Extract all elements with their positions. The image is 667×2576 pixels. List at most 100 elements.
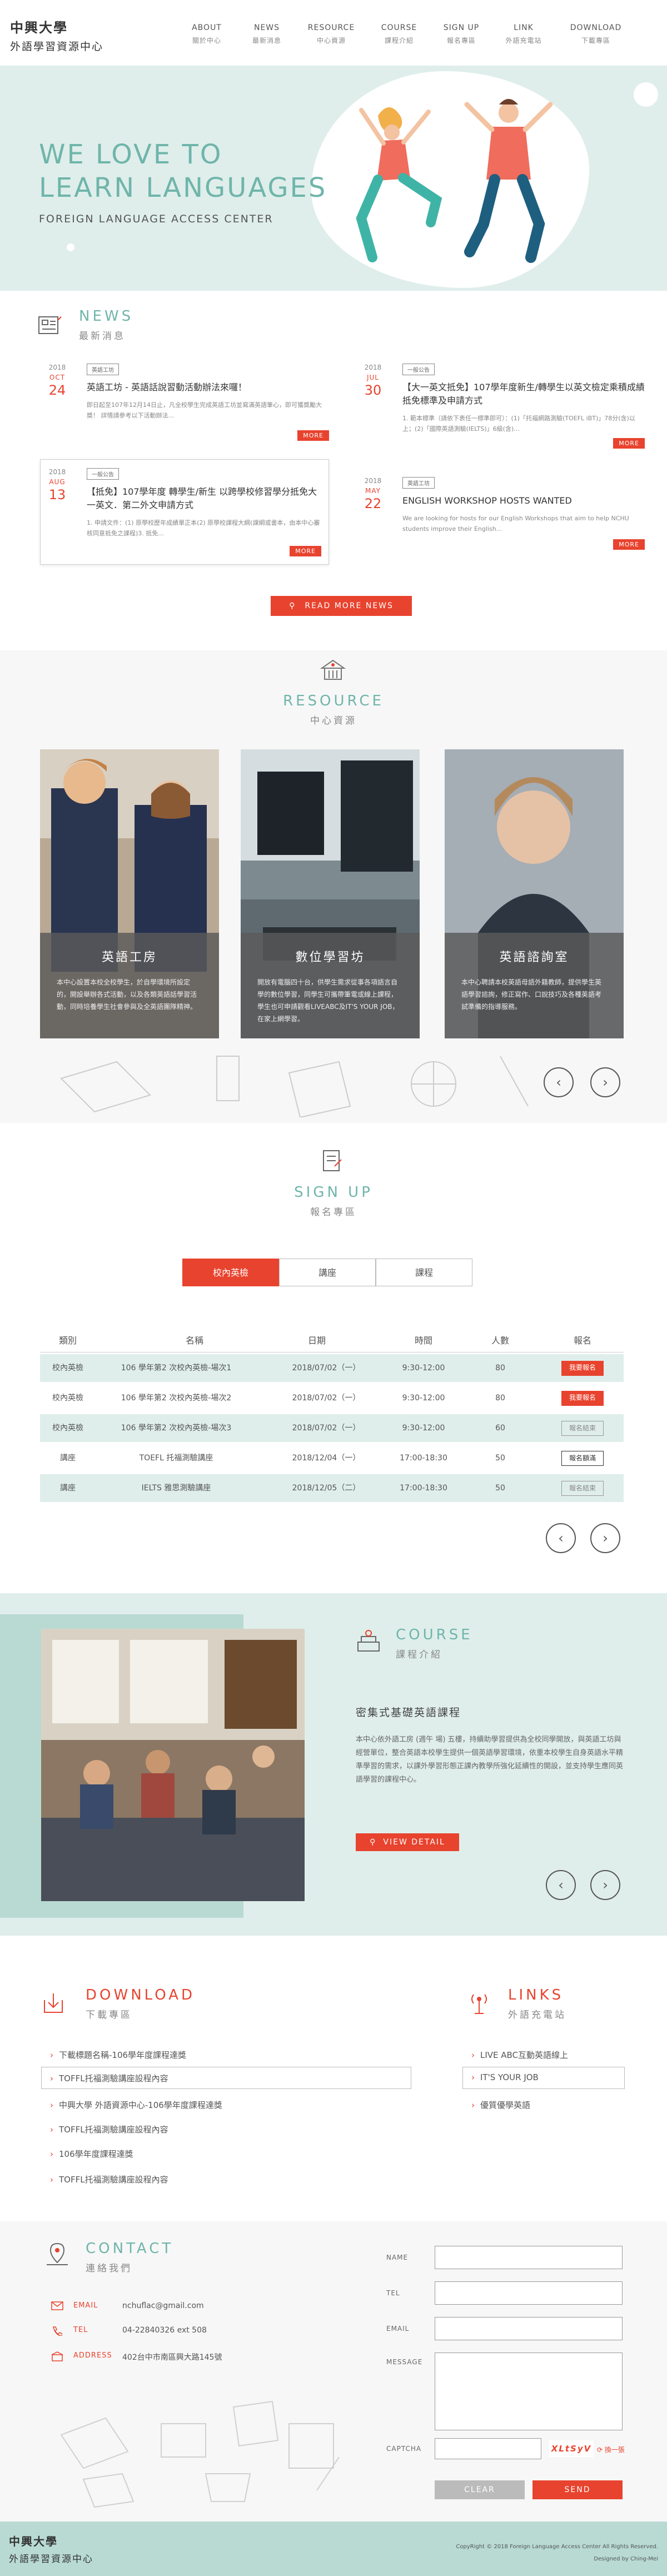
- news-item[interactable]: 2018 MAY 22 英語工坊 ENGLISH WORKSHOP HOSTS …: [356, 477, 645, 560]
- resource-card-english-consult[interactable]: 英語諮詢室 本中心聘請本校英語母語外籍教師，提供學生英語學習諮詢，修正寫作、口說…: [445, 749, 624, 1038]
- email-label: EMAIL: [73, 2301, 98, 2310]
- signup-button[interactable]: 我要報名: [561, 1361, 604, 1376]
- news-item[interactable]: 2018 JUL 30 一般公告 【大一英文抵免】107學年度新生/轉學生以英文…: [356, 364, 645, 452]
- tel-value[interactable]: 04-22840326 ext 508: [122, 2326, 207, 2335]
- resource-card-caption: 英語工房 本中心設置本校全校學生，於自學環境所設定的，開設舉辦各式活動，以及各類…: [40, 933, 219, 1038]
- captcha-refresh[interactable]: ⟳ 換一張: [597, 2445, 625, 2454]
- news-desc: We are looking for hosts for our English…: [402, 515, 629, 533]
- news-date: 2018 AUG 13: [48, 468, 66, 503]
- news-date: 2018 JUL 30: [364, 364, 382, 398]
- news-desc: 1. 申請文件：(1) 原學校歷年成績單正本(2) 原學校課程大綱(課綱或書本，…: [87, 519, 320, 537]
- footer-logo[interactable]: 中興大學 外語學習資源中心: [9, 2533, 93, 2565]
- news-more-button[interactable]: MORE: [613, 438, 645, 449]
- news-more-button[interactable]: MORE: [613, 539, 645, 550]
- nav-link[interactable]: LINK 外語充電站: [496, 23, 551, 45]
- column-header: 類別: [58, 1335, 77, 1346]
- news-title[interactable]: 【大一英文抵免】107學年度新生/轉學生以英文檢定乘積成績抵免標準及申請方式: [402, 381, 647, 407]
- resource-prev-button[interactable]: ‹: [544, 1067, 574, 1097]
- download-link[interactable]: TOFFL托福測驗講座設程內容: [50, 2174, 168, 2185]
- signup-next-button[interactable]: ›: [590, 1523, 620, 1553]
- site-header: 中興大學 外語學習資源中心 ABOUT 關於中心 NEWS 最新消息 RESOU…: [0, 0, 667, 66]
- resource-card-digital-learning[interactable]: 數位學習坊 開放有電腦四十台，供學生需求從事各項語言自學的數位學習，同學生可攜帶…: [241, 749, 420, 1038]
- tel-input[interactable]: [435, 2281, 623, 2305]
- table-row: 校內英檢 106 學年第2 次校內英檢-場次1 2018/07/02（一） 9:…: [40, 1354, 624, 1382]
- logo-line2: 外語學習資源中心: [10, 41, 104, 53]
- captcha-input[interactable]: [435, 2438, 541, 2459]
- nav-signup[interactable]: SIGN UP 報名專區: [434, 23, 489, 45]
- table-row: 講座 IELTS 雅思測驗講座 2018/12/05（二） 17:00-18:3…: [40, 1474, 624, 1502]
- news-tag: 一般公告: [402, 364, 435, 375]
- news-title[interactable]: ENGLISH WORKSHOP HOSTS WANTED: [402, 494, 647, 508]
- news-desc: 即日起至107年12月14日止，凡全校學生完成英語工坊並寫滿英語筆心，即可獲獎勵…: [87, 401, 322, 419]
- nav-course[interactable]: COURSE 課程介紹: [371, 23, 427, 45]
- news-title[interactable]: 【抵免】107學年度 轉學生/新生 以跨學校修習學分抵免大一英文．第二外文申請方…: [87, 485, 320, 512]
- download-link[interactable]: TOFFL托福測驗講座設程內容: [50, 2124, 168, 2135]
- designer-credit: Designed by Ching-Mei: [594, 2556, 658, 2562]
- tab-lecture[interactable]: 講座: [279, 1259, 376, 1286]
- download-link[interactable]: TOFFL托福測驗講座設程內容: [50, 2072, 168, 2084]
- jumping-people-illustration: [356, 99, 553, 263]
- table-row: 校內英檢 106 學年第2 次校內英檢-場次3 2018/07/02（一） 9:…: [40, 1414, 624, 1442]
- news-item[interactable]: 2018 OCT 24 英語工坊 英語工坊 - 英語話說習動活動辦法來囉！ 即日…: [40, 364, 329, 441]
- tel-label: TEL: [73, 2326, 88, 2334]
- news-more-button[interactable]: MORE: [297, 430, 329, 441]
- email-value[interactable]: nchuflac@gmail.com: [122, 2301, 204, 2310]
- signup-prev-button[interactable]: ‹: [546, 1523, 576, 1553]
- name-input[interactable]: [435, 2246, 623, 2269]
- classroom-photo: [41, 1629, 305, 1901]
- message-textarea[interactable]: [435, 2353, 623, 2430]
- email-input[interactable]: [435, 2317, 623, 2340]
- signup-section-title: SIGN UP 報名專區: [294, 1184, 373, 1218]
- building-icon: [319, 657, 347, 685]
- download-icon: [40, 1989, 67, 2018]
- nav-resource[interactable]: RESOURCE 中心資源: [303, 23, 359, 45]
- signup-button[interactable]: 我要報名: [561, 1391, 604, 1406]
- news-item[interactable]: 2018 AUG 13 一般公告 【抵免】107學年度 轉學生/新生 以跨學校修…: [40, 468, 329, 557]
- news-title[interactable]: 英語工坊 - 英語話說習動活動辦法來囉！: [87, 381, 331, 394]
- contact-section-title: CONTACT 連絡我們: [86, 2240, 174, 2274]
- news-date: 2018 MAY 22: [364, 477, 382, 511]
- column-header: 人數: [491, 1335, 509, 1346]
- message-label: MESSAGE: [386, 2358, 423, 2366]
- course-section-title: COURSE 課程介紹: [396, 1627, 473, 1660]
- course-next-button[interactable]: ›: [590, 1870, 620, 1900]
- read-more-news-button[interactable]: ⚲ READ MORE NEWS: [271, 596, 412, 616]
- download-link[interactable]: 中興大學 外語資源中心-106學年度課程達獎: [50, 2099, 222, 2111]
- external-link[interactable]: LIVE ABC互動英語線上: [471, 2049, 568, 2061]
- chevron-left-icon: ‹: [558, 1877, 564, 1893]
- column-header: 名稱: [185, 1335, 203, 1346]
- course-prev-button[interactable]: ‹: [546, 1870, 576, 1900]
- clear-button[interactable]: CLEAR: [435, 2480, 525, 2499]
- hero-dot: [634, 82, 658, 107]
- copyright: CopyRight © 2018 Foreign Language Access…: [456, 2544, 658, 2550]
- name-label: NAME: [386, 2254, 409, 2261]
- map-pin-icon: [43, 2240, 71, 2270]
- download-link[interactable]: 106學年度課程達獎: [50, 2148, 133, 2160]
- address-label: ADDRESS: [73, 2351, 112, 2360]
- nav-download[interactable]: DOWNLOAD 下載專區: [568, 23, 624, 45]
- search-icon: ⚲: [289, 601, 296, 610]
- view-detail-button[interactable]: ⚲ VIEW DETAIL: [356, 1833, 459, 1851]
- column-header: 日期: [307, 1335, 326, 1346]
- news-section-title: NEWS 最新消息: [79, 308, 134, 342]
- tab-school-exam[interactable]: 校內英檢: [182, 1259, 279, 1286]
- course-heading: 密集式基礎英語課程: [356, 1707, 461, 1719]
- site-logo[interactable]: 中興大學 外語學習資源中心: [10, 17, 103, 53]
- download-section-title: DOWNLOAD 下載專區: [86, 1987, 196, 2021]
- chevron-left-icon: ‹: [558, 1530, 564, 1546]
- chevron-right-icon: ›: [603, 1877, 608, 1893]
- tab-course[interactable]: 課程: [376, 1259, 472, 1286]
- external-link[interactable]: IT'S YOUR JOB: [471, 2072, 539, 2082]
- send-button[interactable]: SEND: [532, 2480, 623, 2499]
- antenna-icon: [466, 1989, 492, 2018]
- nav-news[interactable]: NEWS 最新消息: [239, 23, 295, 45]
- news-more-button[interactable]: MORE: [290, 546, 321, 556]
- resource-card-english-house[interactable]: 英語工房 本中心設置本校全校學生，於自學環境所設定的，開設舉辦各式活動，以及各類…: [40, 749, 219, 1038]
- download-link[interactable]: 下載標題名稱-106學年度課程達獎: [50, 2049, 186, 2061]
- resource-next-button[interactable]: ›: [590, 1067, 620, 1097]
- external-link[interactable]: 優質優學英語: [471, 2099, 530, 2111]
- signup-closed-label: 報名結束: [561, 1421, 604, 1436]
- address-value: 402台中市南區興大路145號: [122, 2353, 222, 2362]
- nav-about[interactable]: ABOUT 關於中心: [179, 23, 235, 45]
- news-tag: 英語工坊: [87, 364, 119, 375]
